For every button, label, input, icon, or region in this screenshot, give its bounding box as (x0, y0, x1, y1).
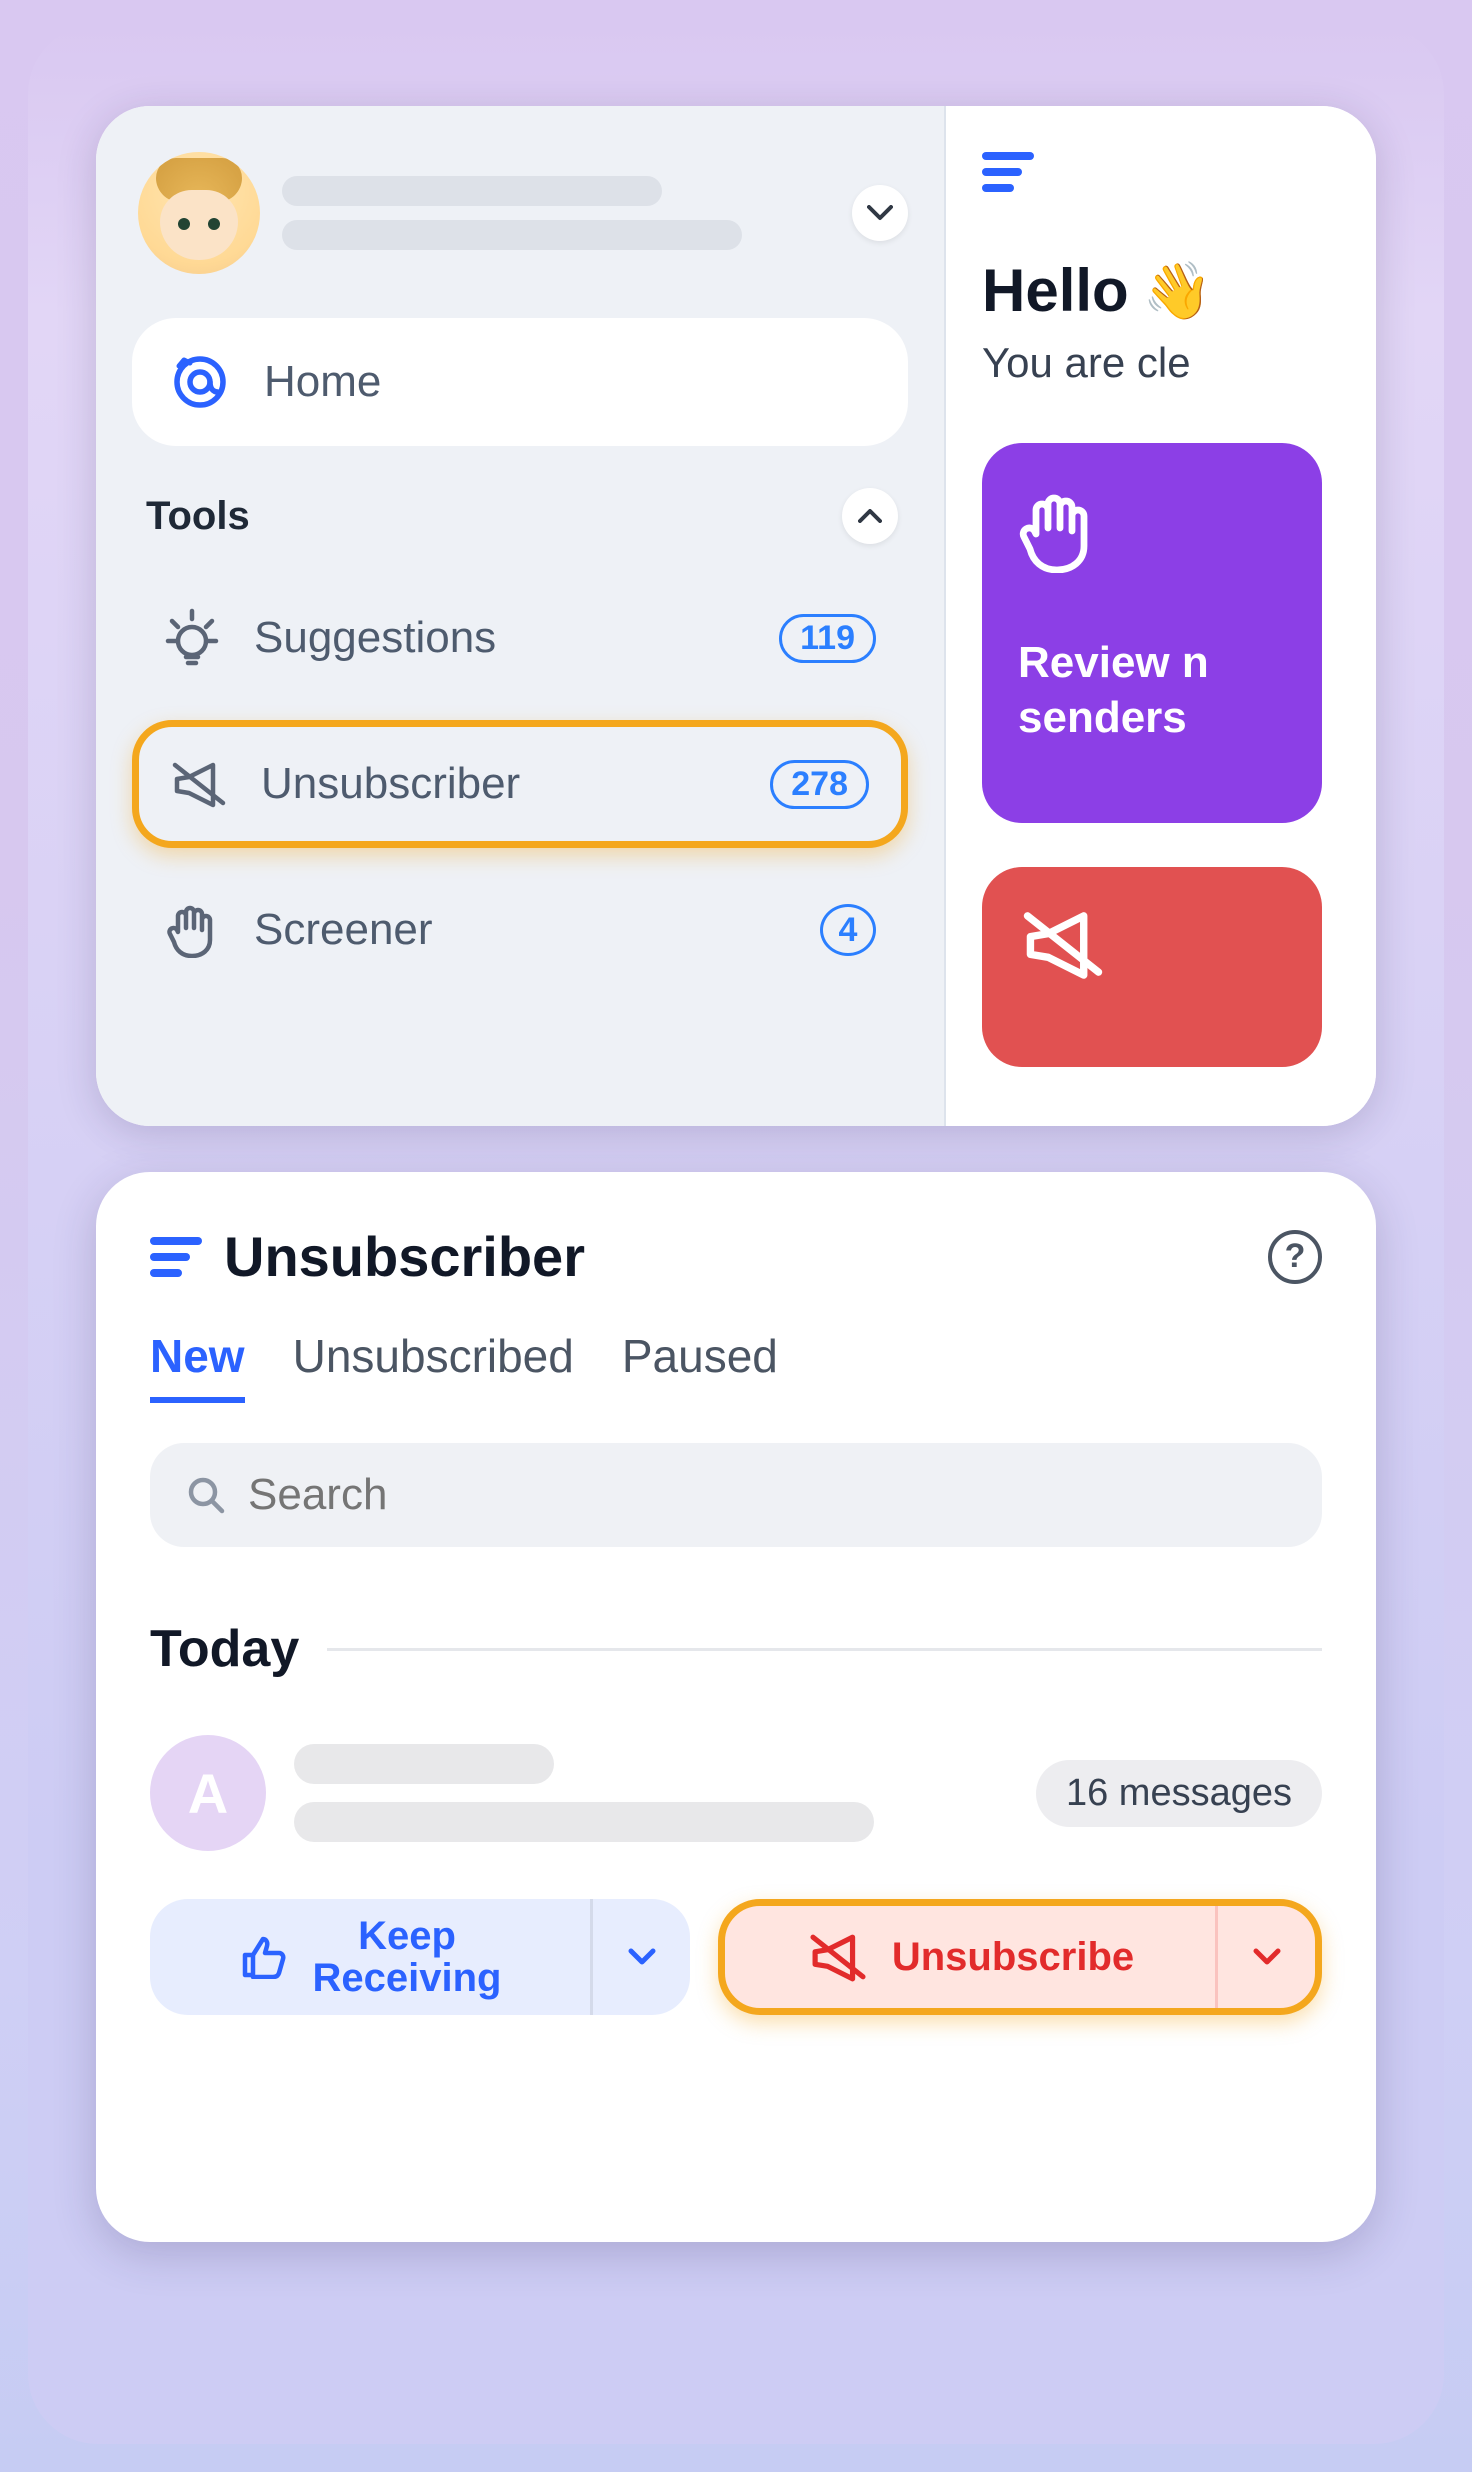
greeting-subtext: You are cle (982, 339, 1376, 387)
lightbulb-icon (160, 607, 224, 669)
card-text-line1: Review n (1018, 635, 1286, 690)
hand-icon (1018, 489, 1286, 573)
tab-paused[interactable]: Paused (622, 1329, 778, 1403)
greeting-text: Hello (982, 256, 1129, 325)
count-badge: 119 (779, 614, 876, 663)
sidebar-item-screener[interactable]: Screener 4 (132, 866, 908, 994)
section-today: Today (150, 1619, 299, 1679)
sidebar-item-label: Unsubscriber (261, 759, 740, 809)
sidebar-item-unsubscriber[interactable]: Unsubscriber 278 (132, 720, 908, 848)
home-label: Home (264, 357, 381, 407)
unsubscribe-card-peek[interactable] (982, 867, 1322, 1067)
sidebar: Home Tools Suggestions 119 (96, 106, 946, 1126)
chevron-down-icon[interactable] (852, 185, 908, 241)
tab-unsubscribed[interactable]: Unsubscribed (293, 1329, 574, 1403)
tools-label: Tools (146, 494, 250, 539)
sidebar-item-home[interactable]: Home (132, 318, 908, 446)
review-senders-card[interactable]: Review n senders (982, 443, 1322, 823)
keep-receiving-button[interactable]: Keep Receiving (150, 1899, 690, 2015)
count-badge: 278 (770, 760, 869, 809)
sender-avatar: A (150, 1735, 266, 1851)
sender-name-placeholder (294, 1744, 874, 1842)
question-icon: ? (1285, 1237, 1306, 1276)
search-box[interactable] (150, 1443, 1322, 1547)
keep-label-2: Receiving (313, 1957, 502, 1999)
account-switcher[interactable] (96, 152, 944, 274)
avatar (138, 152, 260, 274)
megaphone-off-icon (167, 759, 231, 809)
keep-dropdown[interactable] (590, 1899, 690, 2015)
help-button[interactable]: ? (1268, 1230, 1322, 1284)
sender-initial: A (188, 1761, 228, 1826)
megaphone-off-icon (806, 1931, 870, 1983)
unsubscribe-button[interactable]: Unsubscribe (718, 1899, 1322, 2015)
wave-emoji: 👋 (1143, 258, 1213, 324)
search-icon (186, 1475, 226, 1515)
search-input[interactable] (248, 1470, 1286, 1520)
sender-row[interactable]: A 16 messages (150, 1735, 1322, 1851)
unsubscriber-panel: Unsubscriber ? New Unsubscribed Paused T… (96, 1172, 1376, 2242)
at-icon (170, 352, 230, 412)
card-text-line2: senders (1018, 690, 1286, 745)
account-name-placeholder (282, 176, 830, 250)
message-count-badge: 16 messages (1036, 1760, 1322, 1827)
sidebar-item-label: Screener (254, 905, 790, 955)
menu-icon[interactable] (150, 1237, 202, 1277)
menu-icon[interactable] (982, 152, 1034, 192)
sidebar-panel: Home Tools Suggestions 119 (96, 106, 1376, 1126)
keep-label-1: Keep (313, 1915, 502, 1957)
tab-new[interactable]: New (150, 1329, 245, 1403)
thumbs-up-icon (239, 1935, 287, 1979)
unsubscribe-dropdown[interactable] (1215, 1906, 1315, 2008)
page-title: Unsubscriber (224, 1224, 1246, 1289)
chevron-up-icon[interactable] (842, 488, 898, 544)
home-content-peek: Hello 👋 You are cle Review n senders (946, 106, 1376, 1126)
tools-section-header: Tools (96, 446, 944, 556)
divider (327, 1648, 1322, 1651)
sidebar-item-suggestions[interactable]: Suggestions 119 (132, 574, 908, 702)
count-badge: 4 (820, 904, 876, 956)
sidebar-item-label: Suggestions (254, 613, 749, 663)
tabs: New Unsubscribed Paused (150, 1329, 1322, 1403)
hand-icon (160, 902, 224, 958)
unsubscribe-label: Unsubscribe (892, 1935, 1134, 1980)
